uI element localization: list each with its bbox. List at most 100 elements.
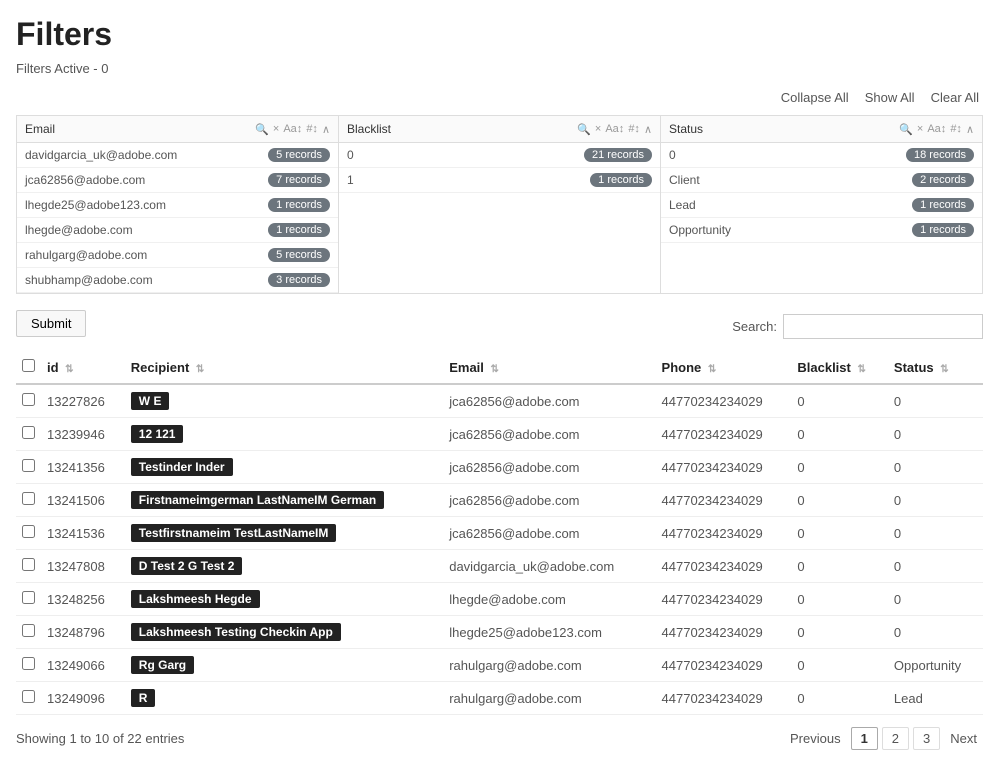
- row-checkbox-cell[interactable]: [16, 484, 41, 517]
- cell-email: davidgarcia_uk@adobe.com: [443, 550, 655, 583]
- filter-header-icon-3[interactable]: #↕: [306, 123, 318, 135]
- show-all-button[interactable]: Show All: [861, 88, 919, 107]
- filter-header-icon-2[interactable]: Aa↕: [927, 123, 946, 135]
- filter-row-label: lhegde@adobe.com: [25, 223, 268, 237]
- filter-header-icon-4[interactable]: ∧: [644, 123, 652, 136]
- row-checkbox-cell[interactable]: [16, 682, 41, 715]
- filter-header-icon-1[interactable]: ×: [917, 123, 923, 135]
- filter-header-icon-1[interactable]: ×: [273, 123, 279, 135]
- cell-email: lhegde25@adobe123.com: [443, 616, 655, 649]
- row-checkbox[interactable]: [22, 525, 35, 538]
- select-all-checkbox[interactable]: [22, 359, 35, 372]
- filter-row-label: 0: [347, 148, 584, 162]
- previous-button[interactable]: Previous: [784, 728, 847, 749]
- cell-phone: 44770234234029: [656, 649, 792, 682]
- cell-status: 0: [888, 550, 983, 583]
- row-checkbox[interactable]: [22, 657, 35, 670]
- row-checkbox[interactable]: [22, 492, 35, 505]
- cell-blacklist: 0: [791, 517, 888, 550]
- recipient-badge: Lakshmeesh Hegde: [131, 590, 260, 608]
- cell-phone: 44770234234029: [656, 682, 792, 715]
- table-row: 13248796Lakshmeesh Testing Checkin Applh…: [16, 616, 983, 649]
- table-row: 13241356Testinder Inderjca62856@adobe.co…: [16, 451, 983, 484]
- page-button-1[interactable]: 1: [851, 727, 878, 750]
- cell-status: 0: [888, 583, 983, 616]
- col-id[interactable]: id ⇅: [41, 351, 125, 384]
- search-input[interactable]: [783, 314, 983, 339]
- row-checkbox-cell[interactable]: [16, 517, 41, 550]
- filter-panel-status: Status🔍×Aa↕#↕∧018 recordsClient2 records…: [661, 116, 982, 293]
- filter-header-icon-0[interactable]: 🔍: [255, 123, 269, 136]
- page-button-2[interactable]: 2: [882, 727, 909, 750]
- cell-recipient: Testfirstnameim TestLastNameIM: [125, 517, 443, 550]
- row-checkbox[interactable]: [22, 624, 35, 637]
- row-checkbox-cell[interactable]: [16, 418, 41, 451]
- submit-button[interactable]: Submit: [16, 310, 86, 337]
- filter-row[interactable]: shubhamp@adobe.com3 records: [17, 268, 338, 293]
- filter-row[interactable]: lhegde25@adobe123.com1 records: [17, 193, 338, 218]
- col-phone[interactable]: Phone ⇅: [656, 351, 792, 384]
- filter-header-icon-3[interactable]: #↕: [950, 123, 962, 135]
- cell-phone: 44770234234029: [656, 418, 792, 451]
- row-checkbox[interactable]: [22, 558, 35, 571]
- row-checkbox[interactable]: [22, 426, 35, 439]
- col-recipient[interactable]: Recipient ⇅: [125, 351, 443, 384]
- row-checkbox[interactable]: [22, 591, 35, 604]
- page-button-3[interactable]: 3: [913, 727, 940, 750]
- filter-row-label: rahulgarg@adobe.com: [25, 248, 268, 262]
- filter-panel-title-email: Email: [25, 122, 251, 136]
- filter-row[interactable]: davidgarcia_uk@adobe.com5 records: [17, 143, 338, 168]
- table-row: 13249096Rrahulgarg@adobe.com447702342340…: [16, 682, 983, 715]
- row-checkbox[interactable]: [22, 393, 35, 406]
- cell-id: 13241506: [41, 484, 125, 517]
- filter-header-icon-3[interactable]: #↕: [628, 123, 640, 135]
- filter-row[interactable]: Client2 records: [661, 168, 982, 193]
- cell-blacklist: 0: [791, 484, 888, 517]
- row-checkbox-cell[interactable]: [16, 583, 41, 616]
- filter-row[interactable]: 11 records: [339, 168, 660, 193]
- filter-controls-row: Collapse All Show All Clear All: [16, 88, 983, 107]
- cell-phone: 44770234234029: [656, 616, 792, 649]
- row-checkbox-cell[interactable]: [16, 384, 41, 418]
- recipient-badge: D Test 2 G Test 2: [131, 557, 243, 575]
- filter-header-icon-4[interactable]: ∧: [322, 123, 330, 136]
- row-checkbox[interactable]: [22, 459, 35, 472]
- cell-id: 13241356: [41, 451, 125, 484]
- col-email[interactable]: Email ⇅: [443, 351, 655, 384]
- row-checkbox-cell[interactable]: [16, 451, 41, 484]
- col-status[interactable]: Status ⇅: [888, 351, 983, 384]
- filter-row-badge: 5 records: [268, 148, 330, 162]
- row-checkbox[interactable]: [22, 690, 35, 703]
- select-all-checkbox-cell[interactable]: [16, 351, 41, 384]
- filter-row[interactable]: 018 records: [661, 143, 982, 168]
- filter-row-badge: 3 records: [268, 273, 330, 287]
- row-checkbox-cell[interactable]: [16, 550, 41, 583]
- cell-email: jca62856@adobe.com: [443, 418, 655, 451]
- filter-row-label: Opportunity: [669, 223, 912, 237]
- cell-id: 13249096: [41, 682, 125, 715]
- col-blacklist[interactable]: Blacklist ⇅: [791, 351, 888, 384]
- filter-header-icon-2[interactable]: Aa↕: [283, 123, 302, 135]
- collapse-all-button[interactable]: Collapse All: [777, 88, 853, 107]
- filter-row[interactable]: jca62856@adobe.com7 records: [17, 168, 338, 193]
- pagination-row: Showing 1 to 10 of 22 entries Previous 1…: [16, 727, 983, 750]
- recipient-badge: Testfirstnameim TestLastNameIM: [131, 524, 337, 542]
- filter-header-icon-1[interactable]: ×: [595, 123, 601, 135]
- row-checkbox-cell[interactable]: [16, 616, 41, 649]
- filter-row-badge: 1 records: [912, 223, 974, 237]
- next-button[interactable]: Next: [944, 728, 983, 749]
- filter-row[interactable]: 021 records: [339, 143, 660, 168]
- filter-header-icon-4[interactable]: ∧: [966, 123, 974, 136]
- cell-status: 0: [888, 484, 983, 517]
- filter-header-icon-0[interactable]: 🔍: [899, 123, 913, 136]
- filter-header-icon-2[interactable]: Aa↕: [605, 123, 624, 135]
- filter-header-icon-0[interactable]: 🔍: [577, 123, 591, 136]
- filter-row[interactable]: rahulgarg@adobe.com5 records: [17, 243, 338, 268]
- filter-row[interactable]: lhegde@adobe.com1 records: [17, 218, 338, 243]
- cell-recipient: 12 121: [125, 418, 443, 451]
- cell-email: jca62856@adobe.com: [443, 451, 655, 484]
- clear-all-button[interactable]: Clear All: [927, 88, 983, 107]
- filter-row[interactable]: Opportunity1 records: [661, 218, 982, 243]
- filter-row[interactable]: Lead1 records: [661, 193, 982, 218]
- row-checkbox-cell[interactable]: [16, 649, 41, 682]
